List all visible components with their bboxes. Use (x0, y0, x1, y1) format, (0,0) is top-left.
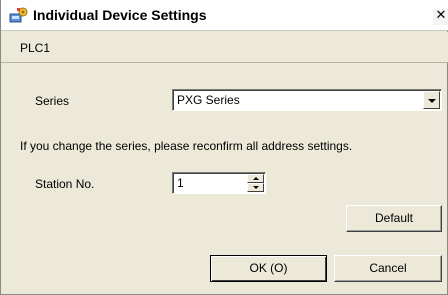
cancel-button[interactable]: Cancel (334, 255, 442, 282)
series-label: Series (35, 94, 70, 108)
section-label: PLC1 (20, 41, 51, 55)
series-select-value: PXG Series (177, 93, 240, 107)
ok-button[interactable]: OK (O) (210, 255, 327, 282)
series-change-notice: If you change the series, please reconfi… (20, 139, 353, 153)
station-no-label: Station No. (35, 177, 95, 191)
chevron-down-icon (253, 186, 259, 189)
window-title: Individual Device Settings (33, 7, 207, 23)
chevron-down-icon (428, 99, 436, 103)
section-header: PLC1 (1, 32, 448, 63)
close-icon[interactable]: ✕ (433, 9, 448, 25)
station-no-stepper[interactable]: 1 (172, 172, 266, 194)
individual-device-settings-dialog: Individual Device Settings ✕ PLC1 Series… (0, 0, 448, 295)
station-no-decrement-button[interactable] (247, 183, 264, 192)
station-no-increment-button[interactable] (247, 174, 264, 183)
title-bar: Individual Device Settings ✕ (1, 0, 448, 31)
station-no-value[interactable]: 1 (177, 176, 184, 190)
chevron-up-icon (253, 177, 259, 180)
default-button[interactable]: Default (346, 205, 442, 232)
series-dropdown-button[interactable] (423, 91, 440, 109)
series-select[interactable]: PXG Series (172, 89, 442, 111)
device-settings-icon (9, 6, 29, 24)
